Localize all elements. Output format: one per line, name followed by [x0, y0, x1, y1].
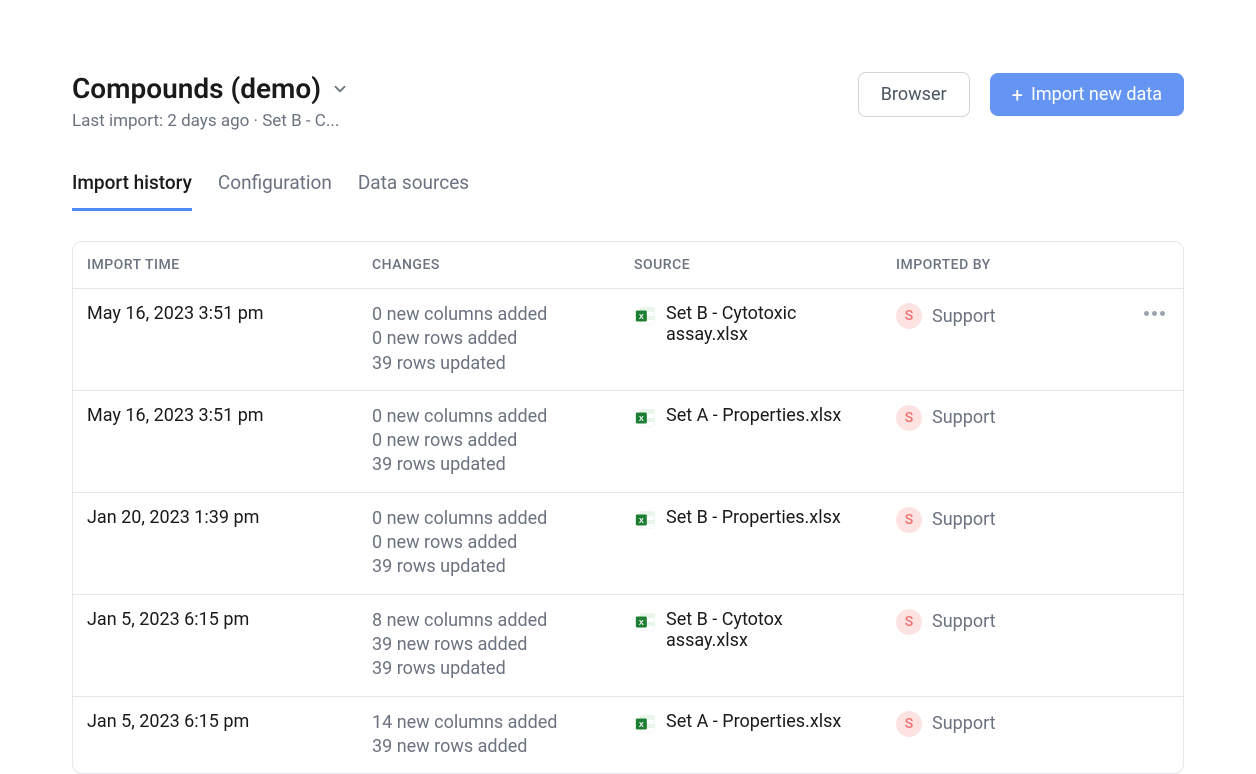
cell-changes: 0 new columns added0 new rows added39 ro… [372, 507, 634, 580]
table-row: Jan 20, 2023 1:39 pm 0 new columns added… [73, 493, 1183, 595]
header-left: Compounds (demo) Last import: 2 days ago… [72, 72, 349, 131]
change-line: 0 new rows added [372, 429, 634, 453]
avatar: S [896, 405, 922, 431]
source-filename: Set A - Properties.xlsx [666, 711, 841, 732]
avatar: S [896, 303, 922, 329]
cell-source: X Set B - Cytotoxic assay.xlsx [634, 303, 896, 345]
title-row: Compounds (demo) [72, 72, 349, 105]
cell-import-time: Jan 20, 2023 1:39 pm [87, 507, 372, 528]
cell-source: X Set A - Properties.xlsx [634, 405, 896, 429]
cell-imported-by: S Support [896, 405, 1169, 431]
change-line: 0 new rows added [372, 327, 634, 351]
browser-button-label: Browser [881, 84, 947, 105]
user-name: Support [932, 407, 996, 428]
avatar: S [896, 507, 922, 533]
tab-import-history[interactable]: Import history [72, 171, 192, 211]
excel-file-icon: X [634, 509, 656, 531]
th-imported-by: IMPORTED BY [896, 257, 1169, 273]
user-name: Support [932, 306, 996, 327]
cell-import-time: May 16, 2023 3:51 pm [87, 303, 372, 324]
change-line: 39 new rows added [372, 633, 634, 657]
page-subtitle: Last import: 2 days ago · Set B - C... [72, 111, 349, 131]
chevron-down-icon[interactable] [331, 80, 349, 98]
cell-source: X Set B - Cytotox assay.xlsx [634, 609, 896, 651]
change-line: 14 new columns added [372, 711, 634, 735]
source-filename: Set B - Cytotoxic assay.xlsx [666, 303, 866, 345]
change-line: 39 rows updated [372, 352, 634, 376]
cell-import-time: Jan 5, 2023 6:15 pm [87, 711, 372, 732]
tabs: Import history Configuration Data sources [72, 171, 1184, 211]
svg-text:X: X [639, 719, 644, 728]
svg-text:X: X [639, 617, 644, 626]
th-import-time: IMPORT TIME [87, 257, 372, 273]
change-line: 0 new rows added [372, 531, 634, 555]
user-name: Support [932, 611, 996, 632]
th-source: SOURCE [634, 257, 896, 273]
svg-text:X: X [639, 516, 644, 525]
table-header: IMPORT TIME CHANGES SOURCE IMPORTED BY [73, 242, 1183, 289]
excel-file-icon: X [634, 305, 656, 327]
cell-imported-by: S Support [896, 609, 1169, 635]
cell-imported-by: S Support [896, 711, 1169, 737]
import-history-table: IMPORT TIME CHANGES SOURCE IMPORTED BY M… [72, 241, 1184, 774]
source-filename: Set A - Properties.xlsx [666, 405, 841, 426]
change-line: 39 rows updated [372, 555, 634, 579]
page-title: Compounds (demo) [72, 72, 321, 105]
page-header: Compounds (demo) Last import: 2 days ago… [72, 72, 1184, 131]
cell-source: X Set B - Properties.xlsx [634, 507, 896, 531]
tab-configuration[interactable]: Configuration [218, 171, 332, 211]
import-new-data-button[interactable]: + Import new data [990, 73, 1184, 116]
svg-text:X: X [639, 414, 644, 423]
table-row: Jan 5, 2023 6:15 pm 8 new columns added3… [73, 595, 1183, 697]
cell-imported-by: S Support [896, 303, 1169, 329]
svg-text:X: X [639, 312, 644, 321]
source-filename: Set B - Properties.xlsx [666, 507, 841, 528]
change-line: 0 new columns added [372, 507, 634, 531]
cell-changes: 0 new columns added0 new rows added39 ro… [372, 303, 634, 376]
header-actions: Browser + Import new data [858, 72, 1184, 117]
excel-file-icon: X [634, 611, 656, 633]
user-name: Support [932, 713, 996, 734]
change-line: 0 new columns added [372, 405, 634, 429]
more-icon[interactable] [1144, 311, 1165, 316]
table-row: May 16, 2023 3:51 pm 0 new columns added… [73, 391, 1183, 493]
change-line: 39 rows updated [372, 657, 634, 681]
change-line: 0 new columns added [372, 303, 634, 327]
cell-changes: 14 new columns added39 new rows added [372, 711, 634, 760]
import-button-label: Import new data [1031, 84, 1162, 105]
user-name: Support [932, 509, 996, 530]
tab-data-sources[interactable]: Data sources [358, 171, 469, 211]
table-row: Jan 5, 2023 6:15 pm 14 new columns added… [73, 697, 1183, 774]
cell-import-time: Jan 5, 2023 6:15 pm [87, 609, 372, 630]
cell-import-time: May 16, 2023 3:51 pm [87, 405, 372, 426]
change-line: 39 rows updated [372, 453, 634, 477]
table-row: May 16, 2023 3:51 pm 0 new columns added… [73, 289, 1183, 391]
cell-changes: 8 new columns added39 new rows added39 r… [372, 609, 634, 682]
avatar: S [896, 711, 922, 737]
browser-button[interactable]: Browser [858, 72, 970, 117]
change-line: 8 new columns added [372, 609, 634, 633]
change-line: 39 new rows added [372, 735, 634, 759]
th-changes: CHANGES [372, 257, 634, 273]
avatar: S [896, 609, 922, 635]
excel-file-icon: X [634, 713, 656, 735]
source-filename: Set B - Cytotox assay.xlsx [666, 609, 866, 651]
cell-imported-by: S Support [896, 507, 1169, 533]
excel-file-icon: X [634, 407, 656, 429]
cell-changes: 0 new columns added0 new rows added39 ro… [372, 405, 634, 478]
plus-icon: + [1012, 85, 1023, 105]
cell-source: X Set A - Properties.xlsx [634, 711, 896, 735]
